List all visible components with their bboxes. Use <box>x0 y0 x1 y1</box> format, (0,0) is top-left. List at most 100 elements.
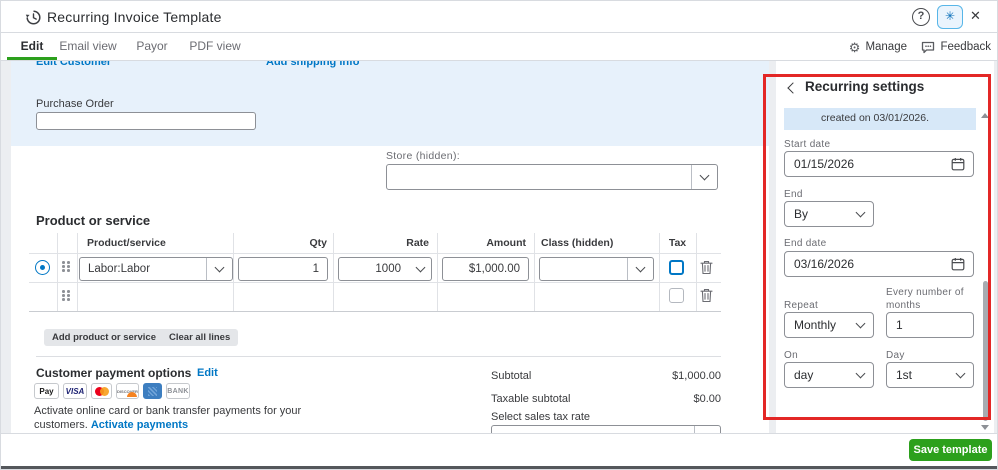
panel-scrollbar[interactable] <box>983 281 988 421</box>
tab-pdf-view[interactable]: PDF view <box>187 33 243 60</box>
tax-checkbox[interactable] <box>669 260 684 275</box>
product-service-select[interactable]: Labor:Labor <box>79 257 233 281</box>
col-header-class: Class (hidden) <box>541 233 613 253</box>
help-icon[interactable]: ? <box>912 8 930 26</box>
assistant-sparkle-icon[interactable]: ✳ <box>937 5 963 29</box>
discover-icon: DISCOVER <box>116 383 139 399</box>
visa-icon: VISA <box>63 383 87 399</box>
purchase-order-input[interactable] <box>36 112 256 130</box>
store-label: Store (hidden): <box>386 150 460 162</box>
chevron-down-icon <box>856 207 866 217</box>
panel-title: Recurring settings <box>805 79 924 94</box>
close-icon[interactable]: ✕ <box>970 8 981 24</box>
activate-text-line1: Activate online card or bank transfer pa… <box>34 405 301 417</box>
drag-handle-icon[interactable] <box>62 261 70 274</box>
page-title: Recurring Invoice Template <box>47 9 222 25</box>
chevron-down-icon <box>627 258 653 280</box>
class-select[interactable] <box>539 257 654 281</box>
start-date-input[interactable] <box>784 151 974 177</box>
calendar-icon[interactable] <box>951 257 965 271</box>
subtotal-label: Subtotal <box>491 370 531 382</box>
repeat-select[interactable]: Monthly <box>784 312 874 338</box>
on-select[interactable]: day <box>784 362 874 388</box>
gear-icon: ⚙ <box>849 41 861 54</box>
history-icon <box>25 9 42 26</box>
clear-all-lines-button[interactable]: Clear all lines <box>161 329 238 346</box>
calendar-icon[interactable] <box>951 157 965 171</box>
recurring-settings-panel: Recurring settings created on 03/01/2026… <box>776 61 994 433</box>
end-date-label: End date <box>784 238 826 249</box>
end-date-input[interactable] <box>784 251 974 277</box>
chevron-down-icon <box>856 318 866 328</box>
scroll-down-icon[interactable] <box>981 425 989 430</box>
window-header: Recurring Invoice Template ? ✳ ✕ <box>1 1 998 33</box>
schedule-info-box: created on 03/01/2026. <box>784 108 976 130</box>
invoice-edit-card: Edit Customer Add shipping info Purchase… <box>11 61 769 433</box>
every-months-input[interactable] <box>886 312 974 338</box>
save-template-button[interactable]: Save template <box>909 439 992 461</box>
mastercard-icon <box>91 383 112 399</box>
chevron-down-icon <box>694 426 720 433</box>
back-chevron-icon[interactable] <box>787 82 798 93</box>
subtotal-value: $1,000.00 <box>672 370 721 382</box>
product-section-title: Product or service <box>36 213 150 228</box>
payment-options-title: Customer payment options <box>36 366 191 380</box>
speech-bubble-icon <box>921 41 935 54</box>
chevron-down-icon <box>856 368 866 378</box>
purchase-order-label: Purchase Order <box>36 98 114 110</box>
every-months-label: Every number of <box>886 287 964 298</box>
feedback-button[interactable]: Feedback <box>921 33 991 61</box>
footer-bar: Save template <box>1 433 998 463</box>
activate-payments-link[interactable]: Activate payments <box>91 419 188 431</box>
col-header-rate: Rate <box>333 233 429 253</box>
add-shipping-link[interactable]: Add shipping info <box>266 61 359 68</box>
tab-edit[interactable]: Edit <box>7 33 57 60</box>
col-header-tax: Tax <box>659 233 696 253</box>
store-select[interactable] <box>386 164 718 190</box>
customer-section: Edit Customer Add shipping info Purchase… <box>11 61 769 146</box>
start-date-label: Start date <box>784 139 830 150</box>
sales-tax-rate-label: Select sales tax rate <box>491 411 590 423</box>
add-product-button[interactable]: Add product or service <box>44 329 180 346</box>
day-select[interactable]: 1st <box>886 362 974 388</box>
trash-icon[interactable] <box>700 260 713 275</box>
manage-button[interactable]: ⚙ Manage <box>849 33 907 61</box>
end-label: End <box>784 189 803 200</box>
col-header-amount: Amount <box>437 233 526 253</box>
qty-input[interactable] <box>238 257 328 281</box>
chevron-down-icon <box>206 258 232 280</box>
main-area: Edit Customer Add shipping info Purchase… <box>1 61 998 433</box>
applepay-icon: Pay <box>34 383 59 399</box>
drag-handle-icon[interactable] <box>62 290 70 303</box>
amex-icon <box>143 383 162 399</box>
taxable-subtotal-value: $0.00 <box>693 393 721 405</box>
bank-icon: BANK <box>166 383 190 399</box>
taxable-subtotal-label: Taxable subtotal <box>491 393 571 405</box>
payment-methods: Pay VISA DISCOVER BANK <box>34 383 190 399</box>
tab-email-view[interactable]: Email view <box>59 33 117 60</box>
edit-customer-link[interactable]: Edit Customer <box>36 61 111 68</box>
day-label: Day <box>886 350 905 361</box>
on-label: On <box>784 350 798 361</box>
col-header-product: Product/service <box>87 233 166 253</box>
chevron-down-icon <box>956 368 966 378</box>
sales-tax-rate-select[interactable] <box>491 425 721 433</box>
amount-input[interactable] <box>442 257 529 281</box>
tab-payor-view[interactable]: Payor view <box>123 33 181 60</box>
product-table: Product/service Qty Rate Amount Class (h… <box>29 233 721 311</box>
recurring-invoice-window: Recurring Invoice Template ? ✳ ✕ Edit Em… <box>0 0 998 470</box>
col-header-qty: Qty <box>233 233 327 253</box>
trash-icon[interactable] <box>700 288 713 303</box>
tax-checkbox[interactable] <box>669 288 684 303</box>
repeat-label: Repeat <box>784 300 818 311</box>
rate-combo[interactable]: 1000 <box>338 257 432 281</box>
chevron-down-icon <box>691 165 717 189</box>
row-target-icon[interactable] <box>35 260 50 275</box>
payment-edit-link[interactable]: Edit <box>197 367 218 379</box>
every-months-label2: months <box>886 300 921 311</box>
scroll-up-icon[interactable] <box>981 113 989 118</box>
section-divider <box>36 356 721 357</box>
end-select[interactable]: By <box>784 201 874 227</box>
activate-text-line2: customers. Activate payments <box>34 419 188 431</box>
view-tabbar: Edit Email view Payor view PDF view ⚙ Ma… <box>1 33 998 61</box>
